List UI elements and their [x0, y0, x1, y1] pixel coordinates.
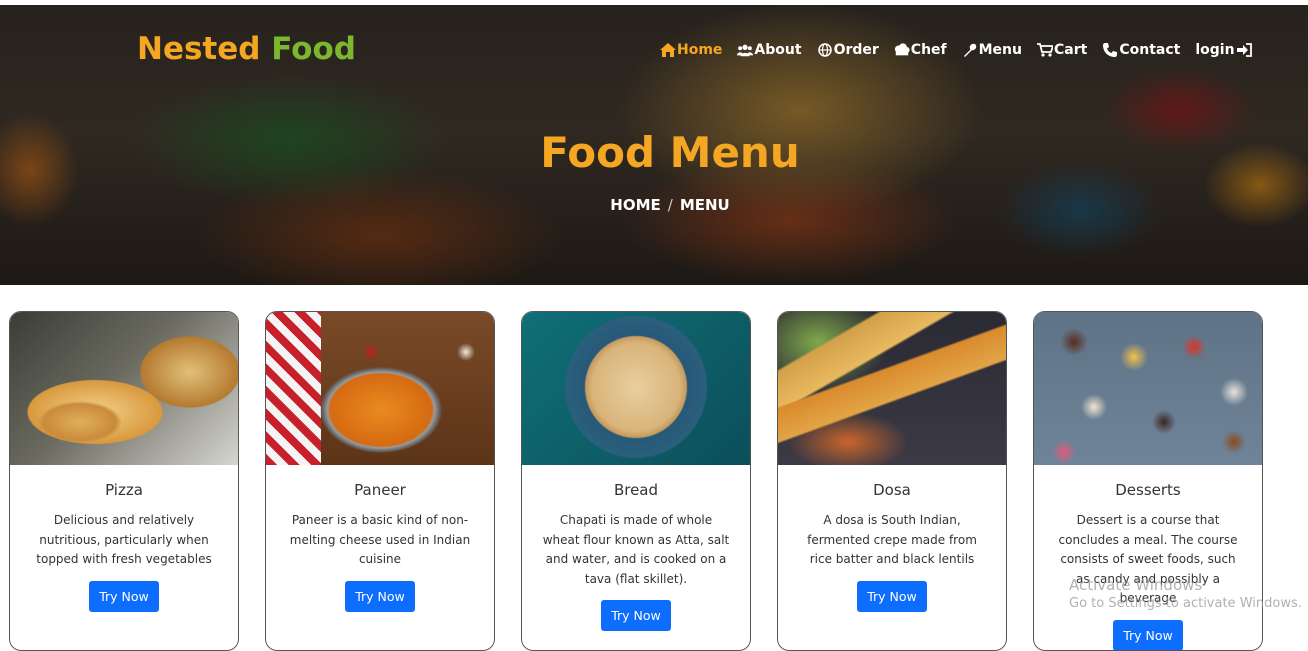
menu-card: Pizza Delicious and relatively nutritiou… — [9, 311, 239, 651]
nav-label: About — [754, 42, 802, 58]
card-description: Delicious and relatively nutritious, par… — [36, 513, 212, 566]
top-nav: Home About Order Chef Menu Cart Contact … — [660, 42, 1268, 58]
nav-label: Home — [677, 42, 723, 58]
hero-banner: Nested Food Home About Order Chef Menu C… — [0, 5, 1308, 285]
nav-label: login — [1195, 42, 1235, 58]
nav-item-about[interactable]: About — [737, 42, 802, 58]
breadcrumb-current: MENU — [679, 196, 730, 214]
card-description: A dosa is South Indian, fermented crepe … — [807, 513, 977, 566]
card-description: Chapati is made of whole wheat flour kno… — [542, 513, 730, 586]
nav-item-menu[interactable]: Menu — [962, 42, 1022, 58]
login-icon — [1236, 43, 1252, 57]
home-icon — [660, 43, 676, 57]
activate-windows-watermark: Activate Windows — [1069, 576, 1203, 594]
try-now-button[interactable]: Try Now — [1113, 619, 1183, 650]
nav-label: Menu — [978, 42, 1022, 58]
nav-label: Cart — [1054, 42, 1088, 58]
try-now-button[interactable]: Try Now — [857, 580, 927, 612]
menu-card: Bread Chapati is made of whole wheat flo… — [521, 311, 751, 651]
nav-item-order[interactable]: Order — [817, 42, 879, 58]
phone-icon — [1103, 43, 1118, 57]
nav-label: Order — [833, 42, 879, 58]
brand-logo[interactable]: Nested Food — [137, 31, 356, 67]
breadcrumb-separator: / — [667, 196, 673, 214]
card-title: Bread — [613, 481, 659, 499]
pizza-image — [10, 312, 238, 465]
card-title: Paneer — [354, 481, 406, 499]
dosa-image — [778, 312, 1006, 465]
nav-label: Chef — [910, 42, 947, 58]
activate-windows-hint: Go to Settings to activate Windows. — [1069, 596, 1302, 611]
nav-item-contact[interactable]: Contact — [1102, 42, 1180, 58]
card-description: Paneer is a basic kind of non-melting ch… — [289, 513, 471, 566]
cart-icon — [1037, 43, 1053, 57]
globe-icon — [817, 43, 832, 57]
menu-card: Paneer Paneer is a basic kind of non-mel… — [265, 311, 495, 651]
card-title: Desserts — [1115, 481, 1181, 499]
breadcrumb-home[interactable]: HOME — [610, 196, 660, 214]
paneer-image — [266, 312, 494, 465]
nav-label: Contact — [1119, 42, 1181, 58]
card-title: Pizza — [105, 481, 143, 499]
nav-item-login[interactable]: login — [1195, 42, 1252, 58]
try-now-button[interactable]: Try Now — [345, 580, 415, 612]
users-icon — [737, 44, 754, 57]
brand-word-2: Food — [271, 31, 356, 67]
try-now-button[interactable]: Try Now — [89, 580, 159, 612]
chef-hat-icon — [894, 43, 910, 56]
nav-item-chef[interactable]: Chef — [894, 42, 947, 58]
desserts-image — [1034, 312, 1262, 465]
nav-item-cart[interactable]: Cart — [1037, 42, 1087, 58]
spoon-icon — [963, 43, 976, 57]
nav-item-home[interactable]: Home — [660, 42, 722, 58]
brand-word-1: Nested — [137, 31, 261, 67]
chapati-image — [522, 312, 750, 465]
menu-card: Dosa A dosa is South Indian, fermented c… — [777, 311, 1007, 651]
try-now-button[interactable]: Try Now — [601, 600, 671, 631]
card-title: Dosa — [873, 481, 911, 499]
page-title: Food Menu — [540, 128, 800, 177]
breadcrumb: HOME / MENU — [0, 196, 1308, 214]
